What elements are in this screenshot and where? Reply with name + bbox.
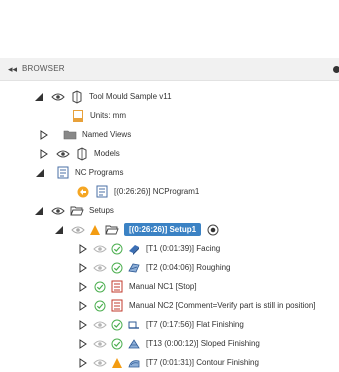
nc-program-icon [56,166,70,180]
component-icon [75,146,89,161]
operation-label: Manual NC1 [Stop] [129,282,197,291]
collapsed-arrow-icon[interactable] [76,337,90,351]
tree-row-operation[interactable]: [T7 (0:01:31)] Contour Finishing [0,353,339,372]
nc-program-icon [95,185,109,199]
roughing-icon [127,261,141,275]
visibility-eye-icon[interactable] [93,356,107,370]
operation-label: [T7 (0:01:31)] Contour Finishing [146,358,259,367]
expanded-arrow-icon[interactable] [33,166,47,180]
tree-label-nc-programs: NC Programs [75,168,124,177]
operation-label: [T2 (0:04:06)] Roughing [146,263,231,272]
tree-row-ncprogram1[interactable]: [(0:26:26)] NCProgram1 [0,182,339,201]
status-ok-icon [110,337,124,351]
open-folder-icon [70,204,84,218]
tree-row-operation[interactable]: Manual NC2 [Comment=Verify part is still… [0,296,339,315]
activate-radio-icon[interactable] [206,223,220,237]
status-ok-icon [110,242,124,256]
collapsed-arrow-icon[interactable] [76,299,90,313]
tree-row-operation[interactable]: [T7 (0:17:56)] Flat Finishing [0,315,339,334]
document-units-icon [71,109,85,123]
visibility-eye-icon[interactable] [93,261,107,275]
visibility-eye-icon[interactable] [93,318,107,332]
status-ok-icon [110,318,124,332]
tree-row-nc-programs[interactable]: NC Programs [0,163,339,182]
browser-title: BROWSER [22,64,65,73]
operation-label: [T1 (0:01:39)] Facing [146,244,221,253]
tree-row-models[interactable]: Models [0,144,339,163]
collapsed-arrow-icon[interactable] [37,147,51,161]
visibility-eye-icon[interactable] [93,337,107,351]
status-ok-icon [93,280,107,294]
tree-label-root: Tool Mould Sample v11 [89,92,172,101]
tree-row-operation[interactable]: [T2 (0:04:06)] Roughing [0,258,339,277]
flat-icon [127,318,141,332]
tree-row-operation[interactable]: [T13 (0:00:12)] Sloped Finishing [0,334,339,353]
tree-row-operation[interactable]: Manual NC1 [Stop] [0,277,339,296]
tree-label-units: Units: mm [90,111,126,120]
contour-icon [127,356,141,370]
visibility-eye-icon[interactable] [71,223,85,237]
tree-label-setup1: [(0:26:26)] Setup1 [124,223,202,236]
expanded-arrow-icon[interactable] [52,223,66,237]
tree-label-setups: Setups [89,206,114,215]
collapsed-arrow-icon[interactable] [76,261,90,275]
post-process-icon [76,185,90,199]
operation-label: [T7 (0:17:56)] Flat Finishing [146,320,244,329]
collapse-panel-icon[interactable]: ◂◂ [8,64,17,74]
visibility-eye-icon[interactable] [56,147,70,161]
operation-label: Manual NC2 [Comment=Verify part is still… [129,301,316,310]
tree-row-setups[interactable]: Setups [0,201,339,220]
visibility-eye-icon[interactable] [51,204,65,218]
expanded-arrow-icon[interactable] [32,204,46,218]
sloped-icon [127,337,141,351]
tree-label-ncprogram1: [(0:26:26)] NCProgram1 [114,187,200,196]
manual-nc-icon [110,299,124,313]
visibility-eye-icon[interactable] [93,242,107,256]
tree-row-operation[interactable]: [T1 (0:01:39)] Facing [0,239,339,258]
facing-icon [127,242,141,256]
collapsed-arrow-icon[interactable] [76,280,90,294]
collapsed-arrow-icon[interactable] [37,128,51,142]
tree-row-named-views[interactable]: Named Views [0,125,339,144]
collapsed-arrow-icon[interactable] [76,356,90,370]
component-icon [70,89,84,104]
warning-icon [88,223,102,237]
tree-row-units[interactable]: Units: mm [0,106,339,125]
collapsed-arrow-icon[interactable] [76,318,90,332]
manual-nc-icon [110,280,124,294]
visibility-eye-icon[interactable] [51,90,65,104]
tree-row-setup1[interactable]: [(0:26:26)] Setup1 [0,220,339,239]
folder-icon [63,128,77,142]
operation-label: [T13 (0:00:12)] Sloped Finishing [146,339,260,348]
expanded-arrow-icon[interactable] [32,90,46,104]
tree-row-root[interactable]: Tool Mould Sample v11 [0,87,339,106]
warning-icon [110,356,124,370]
panel-options-icon[interactable] [333,66,339,73]
status-ok-icon [93,299,107,313]
browser-header: ◂◂ BROWSER [0,58,339,81]
open-folder-icon [105,223,119,237]
status-ok-icon [110,261,124,275]
collapsed-arrow-icon[interactable] [76,242,90,256]
tree-label-named-views: Named Views [82,130,132,139]
tree-label-models: Models [94,149,120,158]
